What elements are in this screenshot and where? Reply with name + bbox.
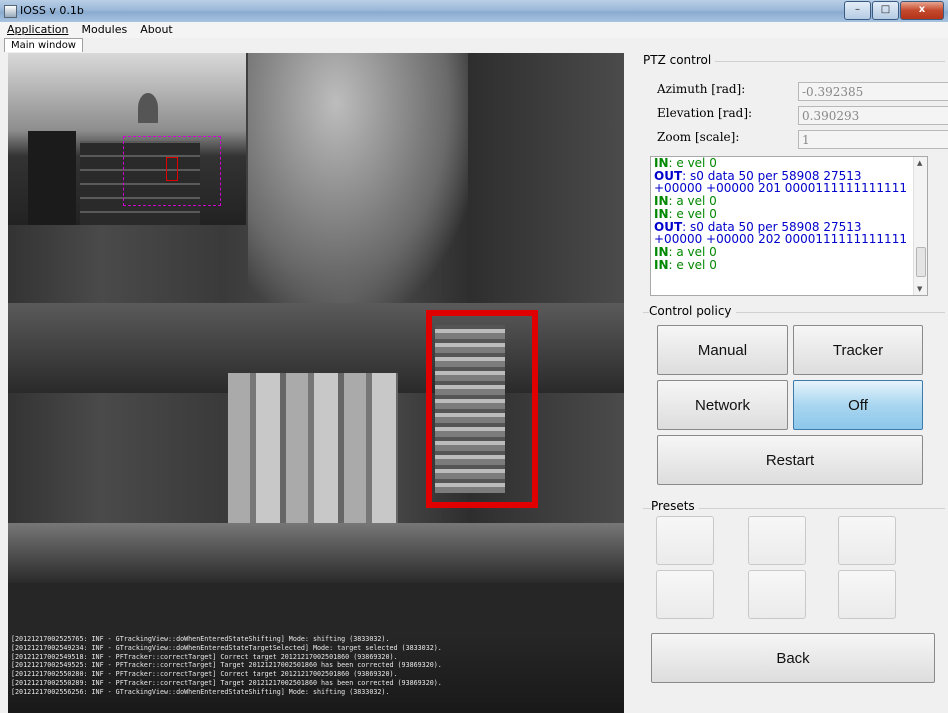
- thumbnail-target-box: [166, 157, 178, 181]
- event-log: [20121217002525765: INF - GTrackingView:…: [8, 635, 624, 713]
- console-scrollbar[interactable]: ▲ ▼: [913, 157, 927, 295]
- log-line: [20121217002525765: INF - GTrackingView:…: [11, 635, 390, 643]
- elevation-row: Elevation [rad]:: [657, 106, 752, 120]
- log-line: [20121217002550289: INF - PFTracker::cor…: [11, 678, 442, 687]
- ptz-console[interactable]: IN: e vel 0 OUT: s0 data 50 per 58908 27…: [650, 156, 928, 296]
- app-icon: [4, 5, 17, 18]
- log-line: [20121217002549525: INF - PFTracker::cor…: [11, 661, 442, 670]
- close-button[interactable]: x: [900, 1, 944, 20]
- network-button[interactable]: Network: [657, 380, 788, 430]
- preset-slot-3[interactable]: [838, 516, 896, 565]
- preset-slot-6[interactable]: [838, 570, 896, 619]
- azimuth-field[interactable]: -0.392385: [798, 82, 948, 101]
- target-bounding-box: [426, 310, 538, 508]
- minimize-button[interactable]: –: [844, 1, 871, 20]
- console-line: OUT: s0 data 50 per 58908 27513 +00000 +…: [654, 168, 907, 196]
- presets-group-title: Presets: [651, 499, 699, 513]
- camera-books: [228, 373, 398, 523]
- log-line: [20121217002549234: INF - GTrackingView:…: [11, 643, 442, 652]
- scroll-down-icon[interactable]: ▼: [917, 285, 922, 293]
- control-panel: PTZ control Azimuth [rad]: -0.392385 Ele…: [643, 53, 948, 713]
- title-bar: IOSS v 0.1b – □ x: [0, 0, 948, 22]
- thumbnail-cabinet: [28, 131, 76, 225]
- maximize-button[interactable]: □: [872, 1, 899, 20]
- scroll-thumb[interactable]: [916, 247, 926, 277]
- window-title: IOSS v 0.1b: [20, 4, 84, 17]
- log-line: [20121217002550280: INF - PFTracker::cor…: [11, 670, 398, 679]
- menu-bar: Application Modules About: [0, 22, 948, 38]
- camera-shelf-lower: [8, 523, 624, 583]
- menu-about[interactable]: About: [133, 22, 179, 38]
- azimuth-row: Azimuth [rad]:: [657, 82, 745, 96]
- policy-group-title: Control policy: [649, 304, 736, 318]
- console-line: IN: e vel 0: [654, 257, 717, 272]
- thumbnail-figure: [138, 93, 158, 123]
- zoom-row: Zoom [scale]:: [657, 130, 739, 144]
- scroll-up-icon[interactable]: ▲: [917, 159, 922, 167]
- azimuth-label: Azimuth [rad]:: [657, 82, 746, 96]
- tracker-button[interactable]: Tracker: [793, 325, 923, 375]
- log-line: [20121217002549518: INF - PFTracker::cor…: [11, 652, 398, 661]
- elevation-label: Elevation [rad]:: [657, 106, 753, 120]
- elevation-field[interactable]: 0.390293: [798, 106, 948, 125]
- overview-thumbnail: [8, 53, 246, 225]
- zoom-label: Zoom [scale]:: [657, 130, 740, 144]
- camera-view[interactable]: [20121217002525765: INF - GTrackingView:…: [8, 53, 624, 713]
- back-button[interactable]: Back: [651, 633, 935, 683]
- menu-modules[interactable]: Modules: [74, 22, 133, 38]
- restart-button[interactable]: Restart: [657, 435, 923, 485]
- ptz-group-title: PTZ control: [643, 53, 716, 67]
- preset-slot-1[interactable]: [656, 516, 714, 565]
- console-lines: IN: e vel 0 OUT: s0 data 50 per 58908 27…: [654, 157, 912, 271]
- console-line: OUT: s0 data 50 per 58908 27513 +00000 +…: [654, 219, 907, 247]
- window-controls: – □ x: [843, 1, 944, 20]
- off-button[interactable]: Off: [793, 380, 923, 430]
- log-line: [20121217002556256: INF - GTrackingView:…: [11, 687, 390, 696]
- menu-application[interactable]: Application: [0, 22, 74, 38]
- tab-bar: Main window: [0, 38, 948, 52]
- tab-main-window[interactable]: Main window: [4, 38, 83, 52]
- preset-slot-5[interactable]: [748, 570, 806, 619]
- preset-slot-2[interactable]: [748, 516, 806, 565]
- camera-light-area: [248, 53, 468, 303]
- zoom-field[interactable]: 1: [798, 130, 948, 149]
- manual-button[interactable]: Manual: [657, 325, 788, 375]
- preset-slot-4[interactable]: [656, 570, 714, 619]
